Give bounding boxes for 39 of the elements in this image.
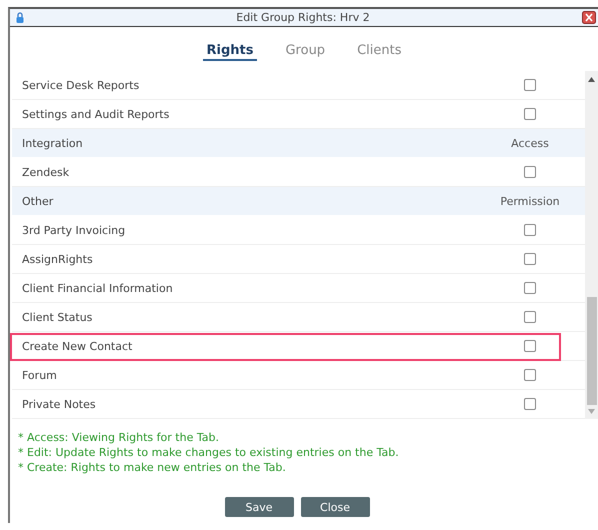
scroll-up-icon[interactable]	[588, 77, 595, 82]
right-label: AssignRights	[21, 252, 94, 266]
window-title: Edit Group Rights: Hrv 2	[235, 11, 371, 24]
checkbox[interactable]	[524, 166, 536, 178]
checkbox[interactable]	[524, 79, 536, 91]
checkbox[interactable]	[524, 369, 536, 381]
column-heading: Permission	[500, 194, 560, 208]
right-label: Client Status	[21, 310, 94, 324]
note-text: * Edit: Update Rights to make changes to existing entries on the Tab.	[18, 446, 400, 460]
section-title: Other	[21, 194, 54, 208]
checkbox[interactable]	[524, 108, 536, 120]
close-icon[interactable]	[582, 11, 596, 24]
tab[interactable]: Rights	[202, 43, 258, 61]
checkbox[interactable]	[524, 398, 536, 410]
tab[interactable]: Clients	[353, 43, 406, 61]
scrollbar[interactable]	[585, 71, 598, 419]
right-label: Settings and Audit Reports	[21, 108, 170, 120]
right-label: Private Notes	[21, 398, 97, 410]
right-label: Zendesk	[21, 166, 70, 178]
lock-icon	[16, 12, 24, 23]
right-label: 3rd Party Invoicing	[21, 224, 126, 236]
checkbox[interactable]	[524, 282, 536, 294]
note-text: * Access: Viewing Rights for the Tab.	[18, 431, 220, 445]
note-text: * Create: Rights to make new entries on the Tab.	[18, 461, 287, 475]
scroll-thumb[interactable]	[586, 297, 596, 405]
close-button[interactable]: Close	[300, 497, 370, 517]
right-label: Service Desk Reports	[21, 78, 140, 92]
save-button[interactable]: Save	[224, 497, 294, 517]
checkbox[interactable]	[524, 253, 536, 265]
checkbox[interactable]	[524, 311, 536, 323]
column-heading: Access	[511, 136, 549, 150]
right-label: Client Financial Information	[21, 282, 174, 294]
checkbox[interactable]	[524, 340, 536, 352]
tab[interactable]: Group	[281, 43, 330, 61]
right-label: Create New Contact	[21, 340, 134, 352]
scroll-down-icon[interactable]	[588, 409, 595, 414]
section-title: Integration	[21, 136, 84, 150]
checkbox[interactable]	[524, 224, 536, 236]
right-label: Forum	[21, 368, 58, 382]
